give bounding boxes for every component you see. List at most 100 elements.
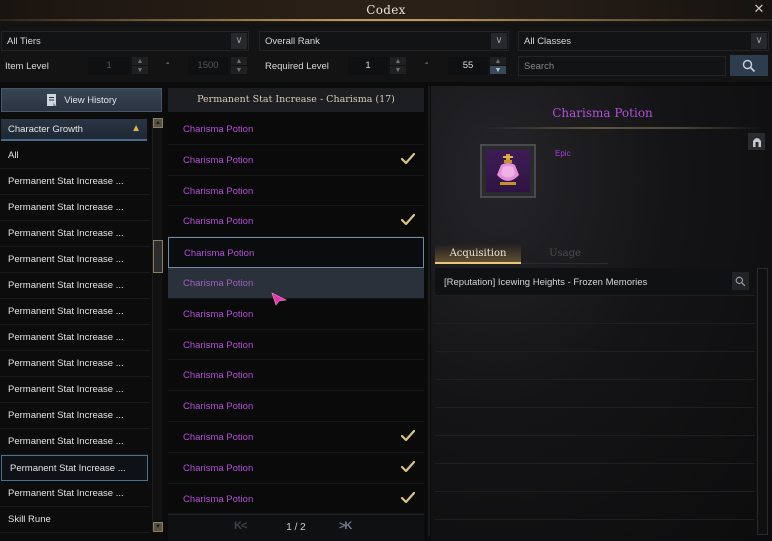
scroll-up-icon[interactable]: ▲ [153,118,163,128]
category-header-character-growth[interactable]: Character Growth ▲ [1,119,147,141]
sidebar-item[interactable]: Permanent Stat Increase ... [0,377,150,403]
category-header-label: Character Growth [8,123,83,135]
chevron-up-icon[interactable]: ▲ [131,123,141,134]
tier-select[interactable]: All Tiers ∨ [1,31,249,51]
list-item[interactable]: Charisma Potion [168,360,424,392]
search-field[interactable] [518,56,726,76]
scrollbar-thumb[interactable] [153,240,163,273]
item-name-label: Charisma Potion [183,154,254,166]
range-dash: - [425,58,429,69]
acquisition-row [435,380,755,408]
acquisition-row [435,408,755,436]
rank-select[interactable]: Overall Rank ∨ [259,31,509,51]
close-icon[interactable]: ✕ [752,2,766,16]
checkmark-icon [400,490,416,506]
chevron-down-icon[interactable]: ∨ [751,33,767,49]
acquisition-scrollbar[interactable] [757,268,768,535]
sidebar-item[interactable]: Permanent Stat Increase ... [0,247,150,273]
step-up-icon[interactable]: ▲ [231,57,247,66]
checkmark-icon [400,212,416,228]
step-down-icon[interactable]: ▼ [390,66,406,75]
item-name-label: Charisma Potion [183,339,254,351]
list-item[interactable]: Charisma Potion [168,237,424,268]
page-indicator: 1 / 2 [286,522,306,533]
list-item[interactable]: Charisma Potion [168,114,424,145]
item-name: Charisma Potion [552,106,653,120]
checkmark-icon [400,151,416,167]
acquisition-row [435,352,755,380]
next-last-page-button[interactable]: >K [339,520,352,532]
item-grade: Epic [555,149,571,158]
step-down-icon[interactable]: ▼ [231,66,247,75]
chevron-down-icon[interactable]: ∨ [231,33,247,49]
sidebar-item[interactable]: Permanent Stat Increase ... [0,273,150,299]
mouse-cursor-icon [271,292,287,306]
title-bar: Codex ✕ [0,0,772,22]
sidebar-item[interactable]: Permanent Stat Increase ... [0,325,150,351]
sidebar-item[interactable]: All [0,143,150,169]
sidebar-item[interactable]: Permanent Stat Increase ... [0,429,150,455]
class-filter-button[interactable] [748,133,765,150]
category-list: All Permanent Stat Increase ... Permanent … [0,143,150,533]
step-up-icon[interactable]: ▲ [490,57,506,66]
item-level-min-input[interactable]: 1 [88,57,130,75]
tier-select-value: All Tiers [7,36,41,47]
acquisition-row [435,492,755,520]
sidebar-item[interactable]: Permanent Stat Increase ... [0,221,150,247]
sidebar-item[interactable]: Permanent Stat Increase ... [0,195,150,221]
item-name-label: Charisma Potion [183,277,254,289]
checkmark-icon [400,428,416,444]
item-level-max-input[interactable]: 1500 [188,57,228,75]
list-item[interactable]: Charisma Potion [168,484,424,515]
required-level-max-stepper[interactable]: ▲ ▼ [490,57,506,75]
title-ornament [0,19,772,21]
chevron-down-icon[interactable]: ∨ [491,33,507,49]
sidebar-item[interactable]: Permanent Stat Increase ... [0,299,150,325]
item-level-max-stepper[interactable]: ▲ ▼ [231,57,247,75]
list-item[interactable]: Charisma Potion [168,422,424,453]
list-item[interactable]: Charisma Potion [168,299,424,330]
sidebar-item[interactable]: Permanent Stat Increase ... [0,169,150,195]
list-item[interactable]: Charisma Potion [168,267,424,299]
tab-usage[interactable]: Usage [525,244,605,264]
search-icon[interactable] [732,272,749,290]
list-item[interactable]: Charisma Potion [168,330,424,361]
step-up-icon[interactable]: ▲ [390,57,406,66]
item-name-label: Charisma Potion [183,493,254,505]
helmet-icon [752,137,761,147]
list-header: Permanent Stat Increase - Charisma (17) [168,88,424,112]
required-level-max-input[interactable]: 55 [448,57,488,75]
class-select[interactable]: All Classes ∨ [518,31,769,51]
sidebar-item[interactable]: Skill Rune [0,507,150,533]
sidebar-item[interactable]: Permanent Stat Increase ... [1,455,148,481]
search-input[interactable] [519,57,725,75]
required-level-min-input[interactable]: 1 [348,57,388,75]
sidebar-item[interactable]: Permanent Stat Increase ... [0,481,150,507]
step-down-icon[interactable]: ▼ [490,66,506,75]
view-history-label: View History [64,94,117,106]
acquisition-row[interactable]: [Reputation] Icewing Heights - Frozen Me… [435,268,755,296]
acquisition-source: [Reputation] Icewing Heights - Frozen Me… [444,277,648,288]
step-down-icon[interactable]: ▼ [132,66,148,75]
list-item[interactable]: Charisma Potion [168,176,424,207]
item-name-label: Charisma Potion [184,248,255,260]
required-level-min-stepper[interactable]: ▲ ▼ [390,57,406,75]
list-item[interactable]: Charisma Potion [168,145,424,176]
acquisition-list: [Reputation] Icewing Heights - Frozen Me… [435,268,755,520]
scroll-down-icon[interactable]: ▼ [153,522,163,532]
sidebar-item[interactable]: Permanent Stat Increase ... [0,351,150,377]
item-level-min-stepper[interactable]: ▲ ▼ [132,57,148,75]
view-history-button[interactable]: View History [1,88,162,112]
search-button[interactable] [730,55,768,76]
item-name-label: Charisma Potion [183,462,254,474]
step-up-icon[interactable]: ▲ [132,57,148,66]
sidebar-item[interactable]: Permanent Stat Increase ... [0,403,150,429]
item-name-label: Charisma Potion [183,370,254,382]
tab-acquisition[interactable]: Acquisition [435,244,521,264]
list-item[interactable]: Charisma Potion [168,391,424,422]
list-item[interactable]: Charisma Potion [168,206,424,238]
sidebar-scrollbar[interactable]: ▲ ▼ [152,118,163,532]
title-underline [481,127,761,129]
list-item[interactable]: Charisma Potion [168,453,424,484]
item-name-label: Charisma Potion [183,216,254,228]
